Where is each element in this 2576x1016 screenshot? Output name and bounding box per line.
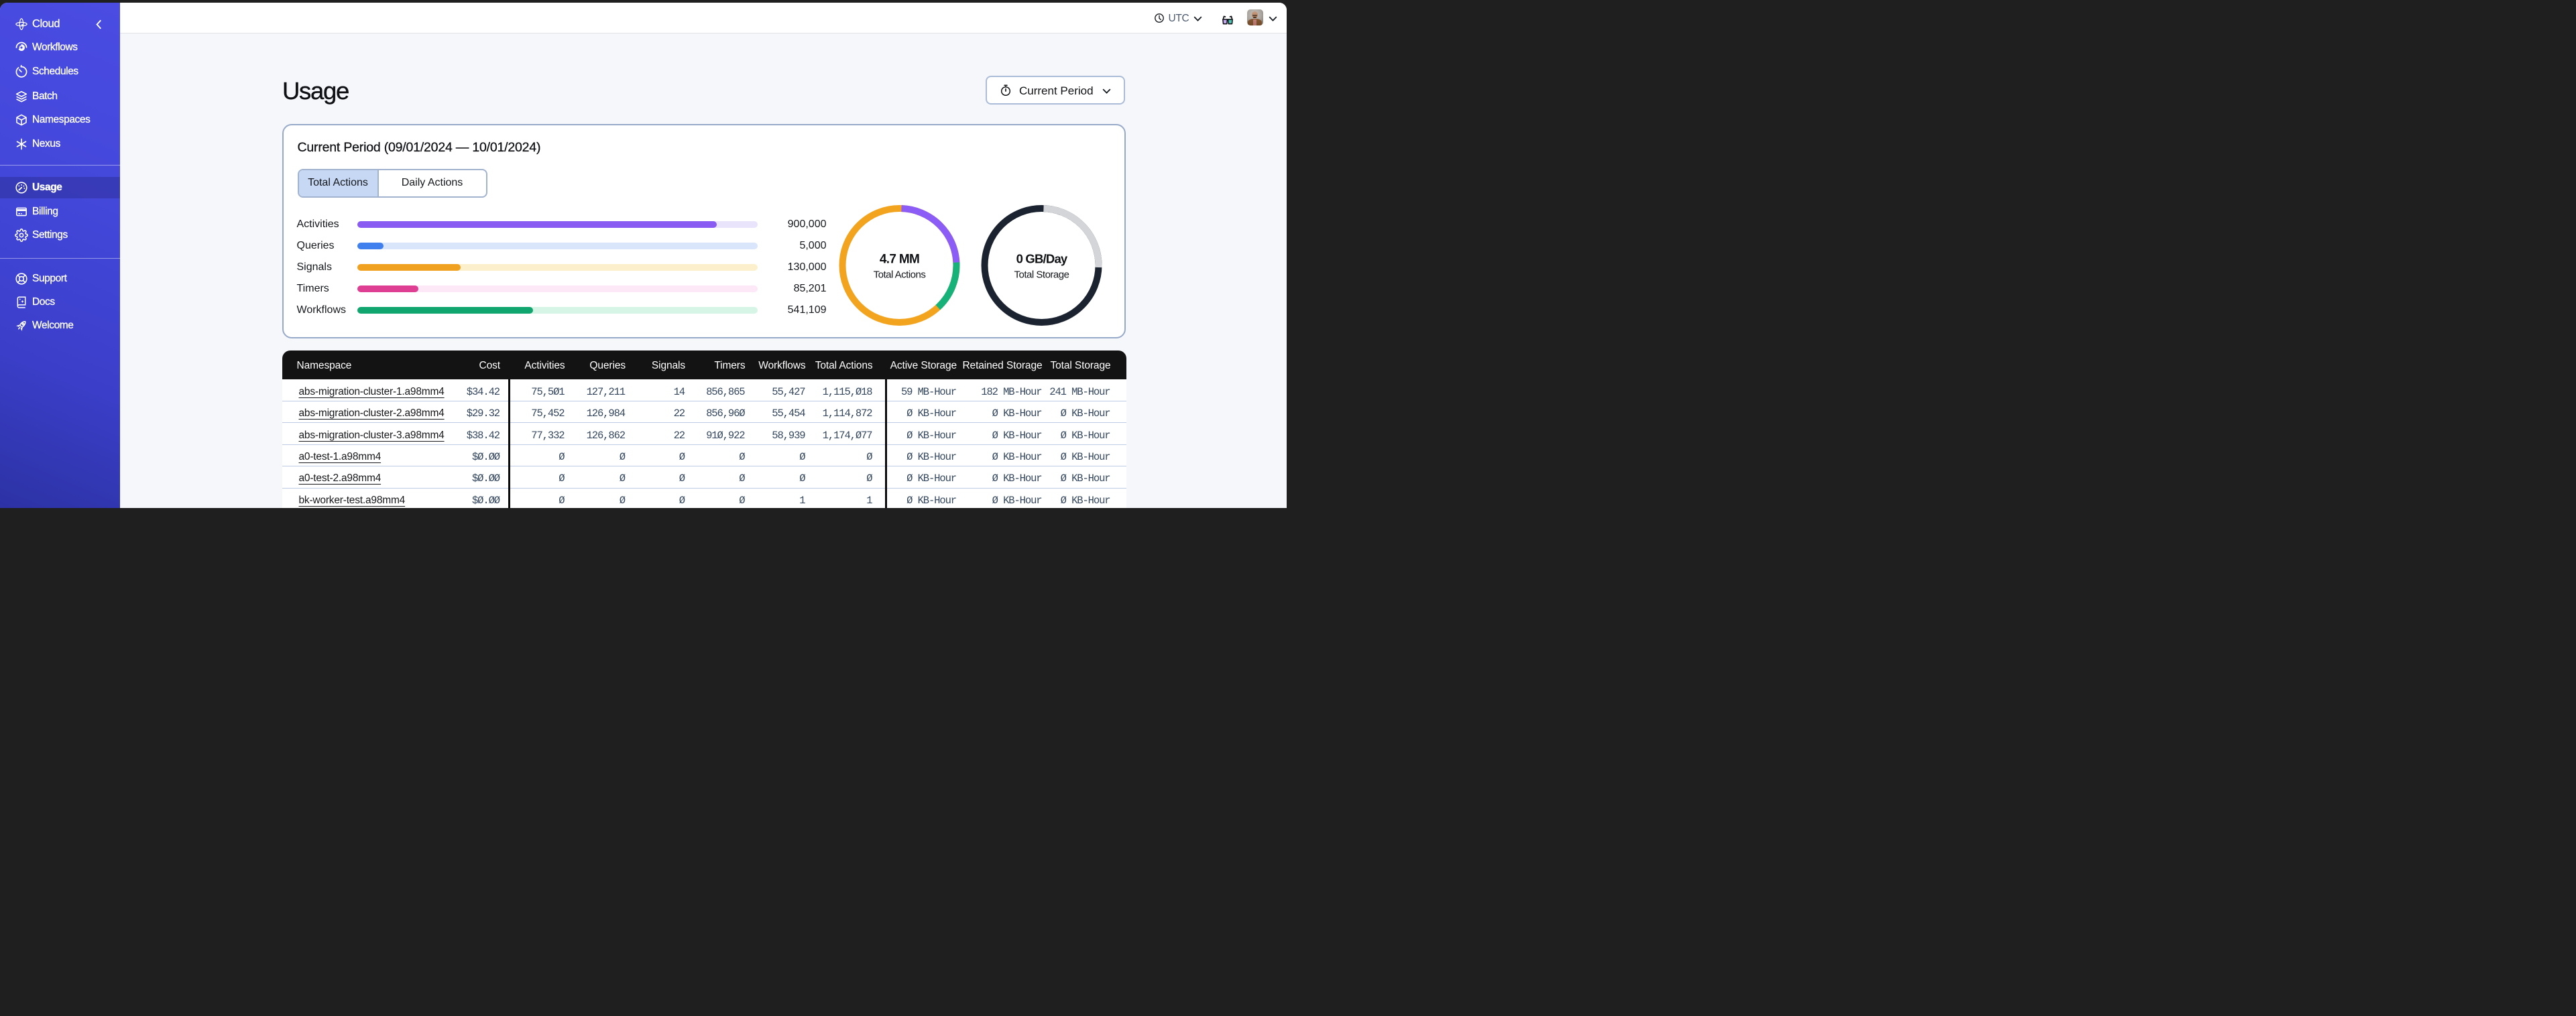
- svg-text:0 GB/Day: 0 GB/Day: [1016, 251, 1067, 265]
- svg-text:Total Storage: Total Storage: [1014, 269, 1069, 280]
- svg-text:Total Actions: Total Actions: [873, 269, 925, 280]
- svg-text:4.7 MM: 4.7 MM: [879, 252, 919, 266]
